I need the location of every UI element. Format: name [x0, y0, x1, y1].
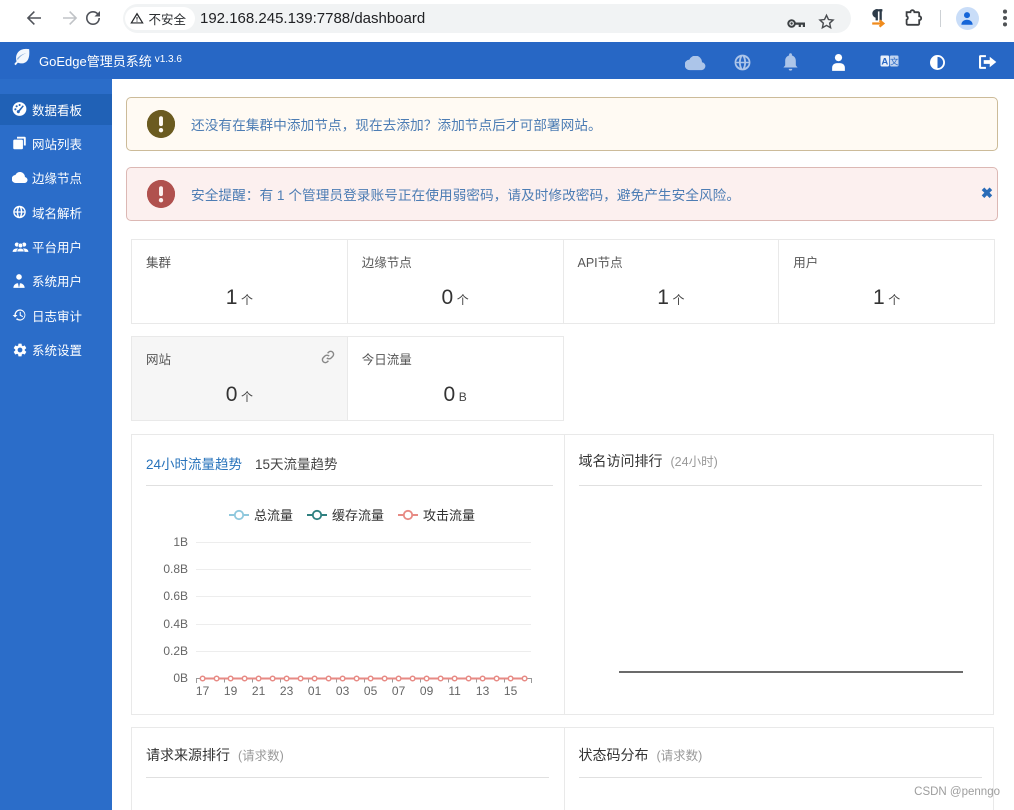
svg-text:文: 文 — [889, 56, 898, 66]
svg-text:A: A — [881, 56, 888, 66]
